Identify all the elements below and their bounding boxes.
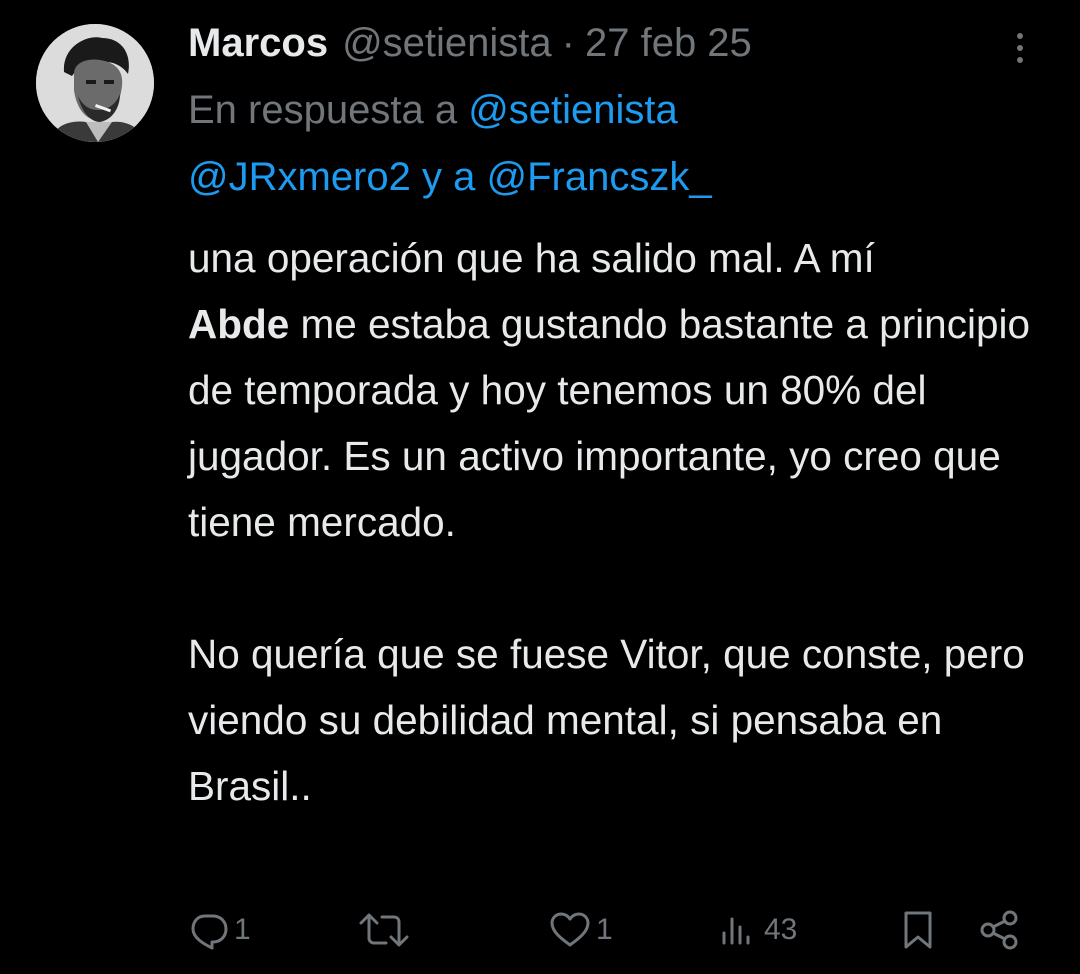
action-bar: 1 1 43 [0, 900, 1080, 960]
separator-dot: · [561, 20, 575, 65]
reply-count: 1 [234, 913, 251, 946]
tweet-paragraph: No quería que se fuese Vitor, que conste… [188, 631, 1025, 809]
repost-icon [359, 913, 409, 947]
like-button[interactable]: 1 [548, 900, 613, 960]
bookmark-button[interactable] [898, 900, 938, 960]
replying-to-label: En respuesta a [188, 88, 458, 132]
more-options-button[interactable] [1008, 28, 1032, 68]
tweet-text-line: una operación que ha salido mal. A mí [188, 235, 875, 281]
reply-button[interactable]: 1 [188, 900, 251, 960]
tweet-text-segment: me estaba gustando bastante a principio … [188, 301, 1030, 545]
tweet-text: una operación que ha salido mal. A mí Abd… [188, 225, 1058, 819]
repost-button[interactable] [356, 900, 412, 960]
tweet-paragraph: una operación que ha salido mal. A mí Abd… [188, 225, 1058, 555]
share-icon [980, 910, 1018, 950]
mention-link[interactable]: @Francszk_ [486, 155, 711, 199]
view-count: 43 [764, 913, 798, 946]
views-button[interactable]: 43 [718, 900, 797, 960]
replying-to-continued: @JRxmero2 y a @Francszk_ [188, 155, 712, 200]
author-handle[interactable]: @setienista [342, 21, 552, 66]
like-count: 1 [596, 913, 613, 946]
mention-link[interactable]: @setienista [468, 88, 678, 132]
more-vertical-icon [1017, 33, 1023, 63]
tweet-header: Marcos @setienista · 27 feb 25 [188, 18, 752, 68]
reply-icon [191, 914, 228, 950]
share-button[interactable] [978, 900, 1022, 960]
tweet-date[interactable]: 27 feb 25 [585, 21, 752, 66]
highlighted-word: Abde [188, 301, 290, 347]
heart-icon [550, 912, 590, 947]
author-name[interactable]: Marcos [188, 21, 328, 66]
bookmark-icon [904, 911, 932, 949]
profile-photo-icon [36, 24, 154, 142]
replying-to-connector: y a [422, 155, 476, 199]
mention-link[interactable]: @JRxmero2 [188, 155, 411, 199]
analytics-icon [722, 917, 750, 945]
avatar[interactable] [36, 24, 154, 142]
replying-to: En respuesta a @setienista [188, 88, 678, 133]
